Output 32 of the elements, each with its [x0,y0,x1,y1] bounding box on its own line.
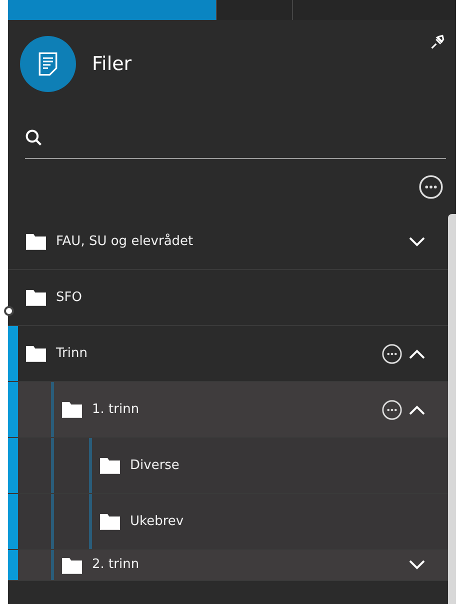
scrollbar[interactable] [448,214,456,604]
chevron-up-icon[interactable] [408,404,426,416]
folder-icon [100,513,120,530]
chevron-up-icon[interactable] [408,348,426,360]
chevron-down-icon[interactable] [408,559,426,571]
tree-item[interactable]: 1. trinn [8,382,448,438]
folder-name: SFO [56,290,83,305]
folder-icon [62,557,82,574]
folder-icon [26,233,46,250]
folder-name: Diverse [130,458,180,473]
search-icon [25,129,43,147]
folder-icon [62,401,82,418]
panel-title: Filer [92,53,133,75]
tree-item[interactable]: Trinn [8,326,448,382]
chevron-down-icon[interactable] [408,236,426,248]
folder-name: 1. trinn [92,402,140,417]
pin-icon[interactable] [430,34,446,50]
folder-name: Trinn [56,346,88,361]
tree-item[interactable]: 2. trinn [8,550,448,581]
tree-item[interactable]: Ukebrev [8,494,448,550]
more-options-icon[interactable] [419,175,443,199]
document-icon [38,51,58,77]
folder-icon [26,289,46,306]
resize-handle-icon[interactable] [4,306,14,316]
folder-icon [26,345,46,362]
more-options-icon[interactable] [382,400,402,420]
folder-icon [100,457,120,474]
tree-item[interactable]: Diverse [8,438,448,494]
folder-name: FAU, SU og elevrådet [56,234,194,249]
folder-name: 2. trinn [92,556,140,572]
more-options-icon[interactable] [382,344,402,364]
folder-name: Ukebrev [130,514,185,529]
